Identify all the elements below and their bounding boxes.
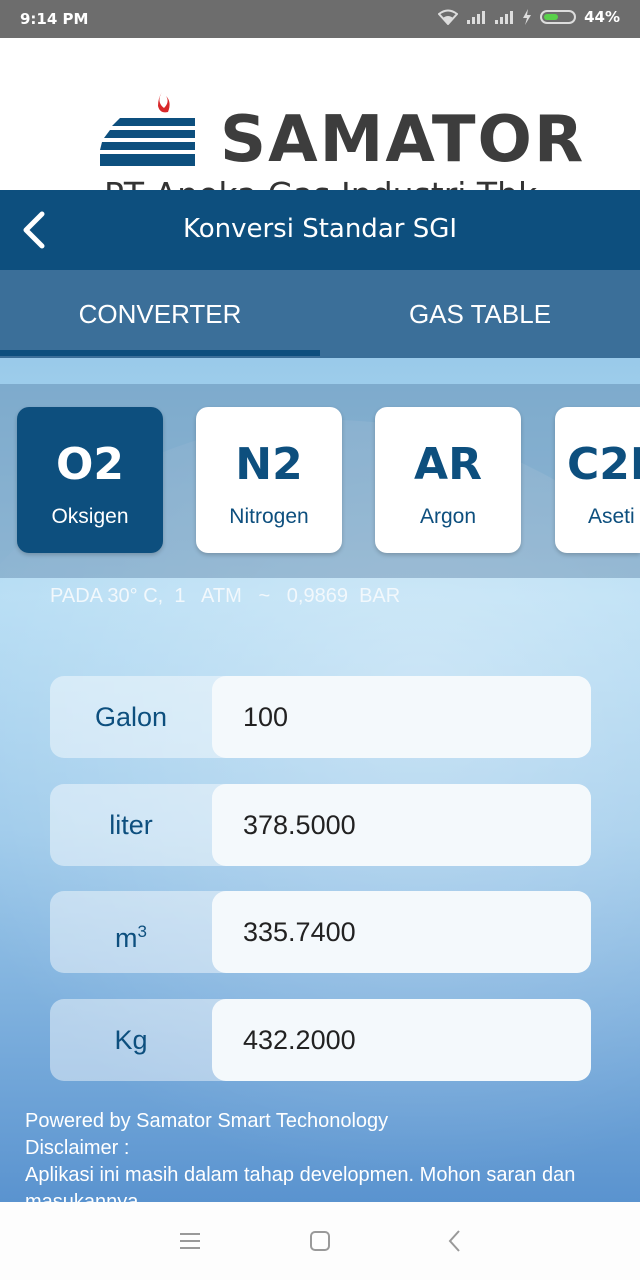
m3-input[interactable] xyxy=(243,891,573,973)
battery-icon xyxy=(540,10,577,24)
status-bar: 9:14 PM 44% xyxy=(0,0,640,38)
signal-icon xyxy=(467,11,486,24)
converter-row-liter: liter xyxy=(50,784,591,866)
gas-symbol: O2 xyxy=(55,439,125,490)
gas-card-c2h[interactable]: C2H Aseti xyxy=(555,407,640,553)
disclaimer-label: Disclaimer : xyxy=(25,1137,130,1159)
signal-icon-2 xyxy=(495,11,514,24)
unit-label-base: m xyxy=(115,923,138,953)
unit-label: liter xyxy=(109,810,153,840)
charging-icon xyxy=(523,9,532,25)
app-bar: Konversi Standar SGI xyxy=(0,190,640,270)
powered-by-text: Powered by Samator Smart Techonology xyxy=(25,1110,389,1132)
gas-card-n2[interactable]: N2 Nitrogen xyxy=(196,407,342,553)
samator-logo-icon xyxy=(100,92,195,166)
gas-card-ar[interactable]: AR Argon xyxy=(375,407,521,553)
gas-name: Argon xyxy=(419,505,477,528)
converter-row-kg: Kg xyxy=(50,999,591,1081)
home-square-icon[interactable] xyxy=(300,1226,340,1256)
brand-header: SAMATOR PT Aneka Gas Industri Tbk. xyxy=(0,38,640,211)
condition-text: PADA 30° C, 1 ATM ~ 0,9869 BAR xyxy=(50,585,401,607)
liter-input[interactable] xyxy=(243,784,573,866)
tab-gas-table[interactable]: GAS TABLE xyxy=(320,270,640,358)
gas-card-o2[interactable]: O2 Oksigen xyxy=(17,407,163,553)
unit-label: Kg xyxy=(114,1025,148,1055)
kg-input[interactable] xyxy=(243,999,573,1081)
footer: Powered by Samator Smart Techonology Dis… xyxy=(25,1108,625,1216)
gas-symbol: N2 xyxy=(235,439,303,490)
battery-percent: 44% xyxy=(584,8,620,26)
unit-label: Galon xyxy=(94,702,168,732)
system-nav-bar xyxy=(0,1202,640,1280)
gas-name: Oksigen xyxy=(51,505,129,528)
gas-symbol: AR xyxy=(414,439,482,490)
tab-bar: CONVERTER GAS TABLE xyxy=(0,270,640,358)
unit-label: m3 xyxy=(50,891,212,973)
unit-label-exponent: 3 xyxy=(137,922,147,941)
galon-input[interactable] xyxy=(243,676,573,758)
gas-name: Nitrogen xyxy=(229,505,309,528)
back-triangle-icon[interactable] xyxy=(435,1226,475,1256)
wifi-icon xyxy=(438,9,459,25)
gas-name: Aseti xyxy=(588,505,635,528)
converter-row-m3: m3 xyxy=(50,891,591,973)
brand-name: SAMATOR xyxy=(220,103,586,177)
tab-indicator xyxy=(0,350,320,356)
status-time: 9:14 PM xyxy=(20,10,89,28)
tab-converter[interactable]: CONVERTER xyxy=(0,270,320,358)
gas-symbol: C2H xyxy=(567,439,640,490)
page-title: Konversi Standar SGI xyxy=(182,214,458,244)
status-icons: 44% xyxy=(438,8,620,26)
menu-icon[interactable] xyxy=(170,1226,210,1256)
converter-row-galon: Galon xyxy=(50,676,591,758)
